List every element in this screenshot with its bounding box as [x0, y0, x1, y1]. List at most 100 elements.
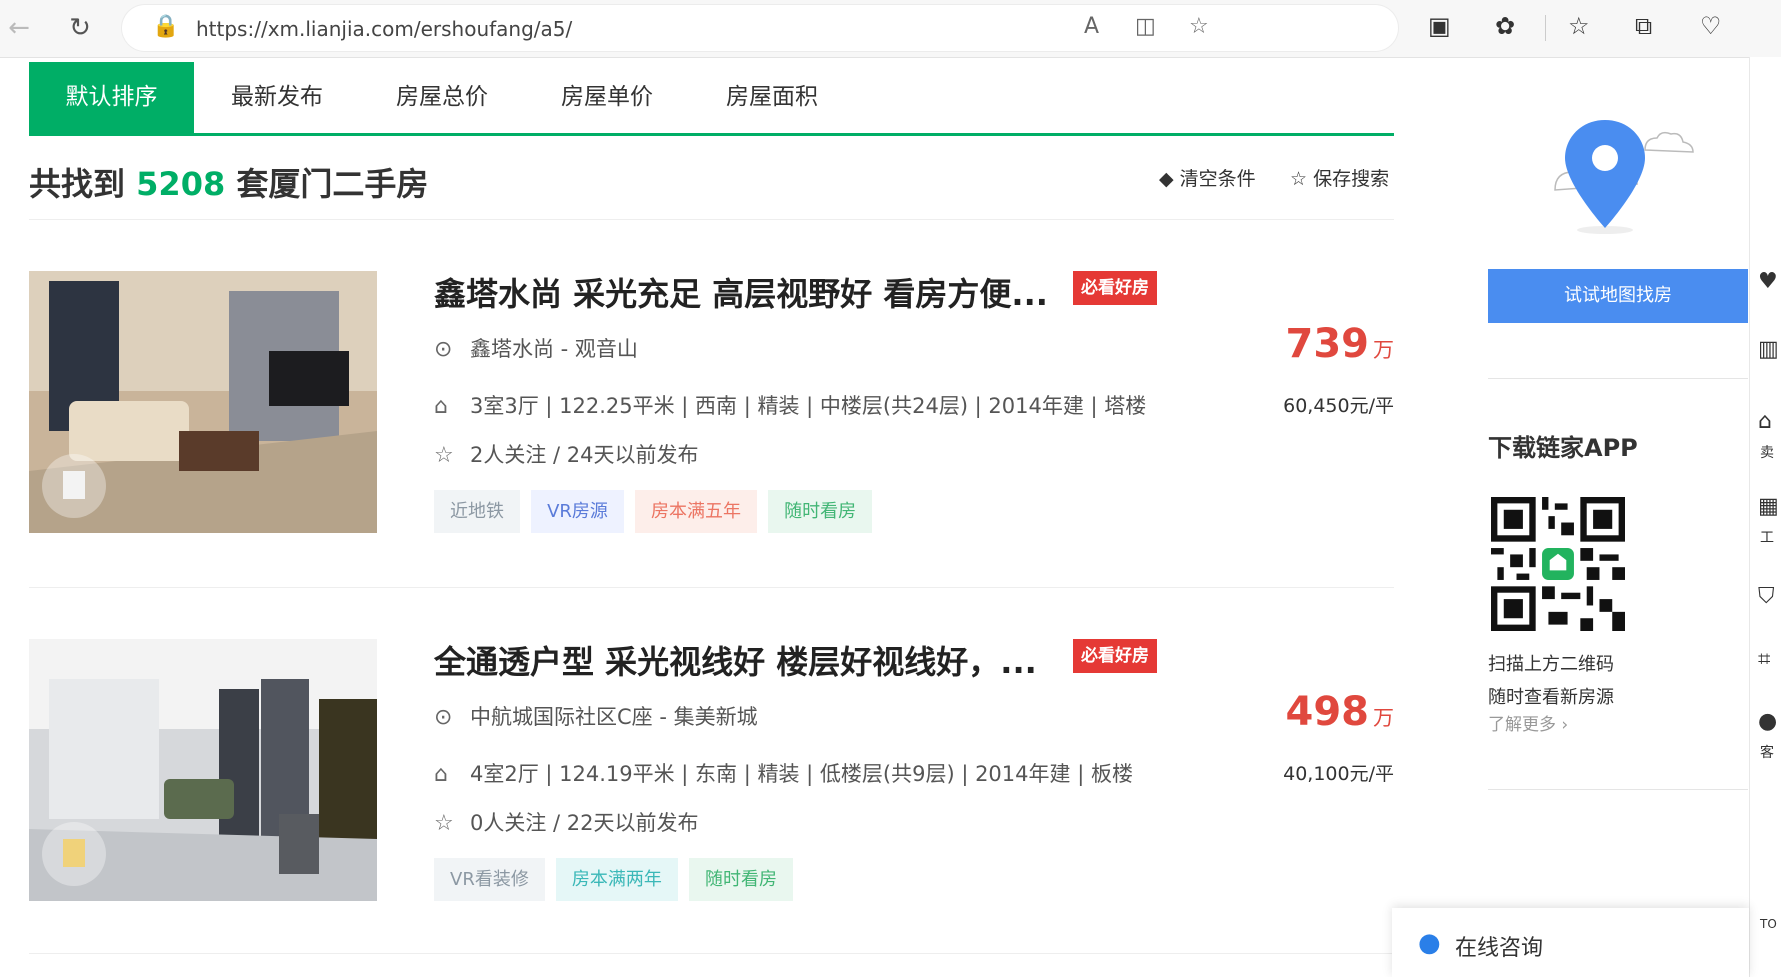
listing-photo[interactable]: [29, 639, 377, 901]
listing-photo[interactable]: [29, 271, 377, 533]
save-search-label: 保存搜索: [1313, 168, 1390, 190]
listing-title[interactable]: 鑫塔水尚 采光充足 高层视野好 看房方便...: [434, 269, 1048, 315]
divider: [29, 219, 1394, 220]
address-bar[interactable]: 🔒 https://xm.lianjia.com/ershoufang/a5/ …: [122, 5, 1398, 51]
tab-latest[interactable]: 最新发布: [231, 62, 323, 133]
tag-anytime-viewing: 随时看房: [689, 858, 794, 901]
clear-conditions-label: 清空条件: [1179, 168, 1256, 190]
extensions-icon[interactable]: ✿: [1495, 12, 1515, 40]
location-text[interactable]: 中航城国际社区C座 - 集美新城: [470, 705, 758, 729]
right-toolbar: ♥ ▥ ⌂ 卖 ▦ 工 ⛉ ⌗ ● 客 TO: [1749, 57, 1781, 977]
sell-icon[interactable]: ⌂: [1758, 409, 1772, 434]
chat-bubble-icon: ●: [1418, 928, 1441, 958]
tag-near-subway: 近地铁: [434, 490, 520, 533]
listing-location[interactable]: ⊙ 中航城国际社区C座 - 集美新城: [434, 701, 758, 731]
save-search-button[interactable]: ☆ 保存搜索: [1290, 164, 1389, 191]
listing-info: ⌂ 4室2厅 | 124.19平米 | 东南 | 精装 | 低楼层(共9层) | …: [434, 758, 1133, 788]
tag-five-years: 房本满五年: [635, 490, 758, 533]
sell-label[interactable]: 卖: [1760, 442, 1774, 462]
split-screen-icon[interactable]: ◫: [1135, 14, 1156, 39]
online-consult-label: 在线咨询: [1455, 936, 1544, 961]
tools-icon[interactable]: ▦: [1758, 494, 1779, 519]
tools-label[interactable]: 工: [1760, 527, 1774, 547]
building-icon[interactable]: ▥: [1758, 337, 1779, 362]
scan-icon[interactable]: ⌗: [1758, 647, 1770, 672]
price-unit: 万: [1373, 706, 1394, 730]
map-illustration-icon: [1554, 120, 1694, 234]
tag-anytime-viewing: 随时看房: [768, 490, 873, 533]
star-icon: ☆: [1290, 168, 1308, 190]
location-text[interactable]: 鑫塔水尚 - 观音山: [470, 337, 638, 361]
tab-total-price[interactable]: 房屋总价: [396, 62, 488, 133]
result-prefix: 共找到: [29, 165, 126, 203]
tag-two-years: 房本满两年: [555, 858, 678, 901]
info-text: 3室3厅 | 122.25平米 | 西南 | 精装 | 中楼层(共24层) | …: [470, 394, 1147, 418]
read-aloud-icon[interactable]: A: [1084, 14, 1099, 39]
chat-icon[interactable]: ●: [1758, 709, 1777, 734]
divider: [1488, 789, 1748, 790]
clear-conditions-button[interactable]: ◆ 清空条件: [1159, 164, 1256, 191]
url-text[interactable]: https://xm.lianjia.com/ershoufang/a5/: [196, 17, 572, 41]
sort-tabs: 默认排序 最新发布 房屋总价 房屋单价 房屋面积: [29, 62, 1394, 136]
favorite-star-icon[interactable]: ☆: [1189, 14, 1209, 39]
scan-hint: 扫描上方二维码: [1488, 654, 1614, 675]
collections-icon[interactable]: ⧉: [1635, 12, 1652, 40]
tag-list: 近地铁 VR房源 房本满五年 随时看房: [434, 490, 878, 533]
follow-text: 0人关注 / 22天以前发布: [470, 811, 699, 835]
browser-toolbar: ← ↻ 🔒 https://xm.lianjia.com/ershoufang/…: [0, 0, 1781, 58]
tag-list: VR看装修 房本满两年 随时看房: [434, 858, 799, 901]
price-value: 498: [1285, 689, 1370, 735]
star-icon: ☆: [434, 811, 454, 836]
listing-location[interactable]: ⊙ 鑫塔水尚 - 观音山: [434, 333, 638, 363]
tab-unit-price[interactable]: 房屋单价: [561, 62, 653, 133]
listing-info: ⌂ 3室3厅 | 122.25平米 | 西南 | 精装 | 中楼层(共24层) |…: [434, 390, 1146, 420]
unit-price: 60,450元/平: [1283, 395, 1394, 417]
follow-text: 2人关注 / 24天以前发布: [470, 443, 699, 467]
back-icon[interactable]: ←: [0, 9, 38, 47]
refresh-icon[interactable]: ↻: [61, 9, 99, 47]
heart-icon[interactable]: ♥: [1758, 269, 1778, 294]
online-consult-button[interactable]: ● 在线咨询: [1392, 908, 1749, 977]
divider: [29, 953, 1394, 954]
top-label[interactable]: TO: [1760, 917, 1777, 931]
house-icon: ⌂: [434, 762, 448, 787]
shield-icon[interactable]: ⛉: [1758, 584, 1775, 609]
scan-hint-2: 随时查看新房源: [1488, 687, 1614, 708]
result-count: 共找到 5208 套厦门二手房: [29, 159, 428, 205]
unit-price: 40,100元/平: [1283, 763, 1394, 785]
total-price: 739 万: [1286, 321, 1395, 367]
service-label[interactable]: 客: [1760, 742, 1774, 762]
must-see-badge: 必看好房: [1073, 271, 1157, 305]
divider: [1488, 378, 1748, 379]
listing-title[interactable]: 全通透户型 采光视线好 楼层好视线好，...: [434, 637, 1037, 683]
favorites-icon[interactable]: ☆: [1568, 12, 1590, 40]
info-text: 4室2厅 | 124.19平米 | 东南 | 精装 | 低楼层(共9层) | 2…: [470, 762, 1133, 786]
total-price: 498 万: [1286, 689, 1395, 735]
must-see-badge: 必看好房: [1073, 639, 1157, 673]
listing-follow: ☆ 2人关注 / 24天以前发布: [434, 439, 699, 469]
divider: [29, 587, 1394, 588]
location-pin-icon: ⊙: [434, 705, 453, 730]
toolbar-separator: [1545, 15, 1546, 41]
qr-code-icon: [1491, 497, 1625, 631]
map-search-button[interactable]: 试试地图找房: [1488, 269, 1748, 323]
result-number: 5208: [136, 165, 226, 203]
tag-vr: VR房源: [531, 490, 624, 533]
listing-item[interactable]: 全通透户型 采光视线好 楼层好视线好，... 必看好房 ⊙ 中航城国际社区C座 -…: [29, 639, 1394, 901]
listing-follow: ☆ 0人关注 / 22天以前发布: [434, 807, 699, 837]
tab-default-sort[interactable]: 默认排序: [29, 62, 194, 133]
price-value: 739: [1285, 321, 1370, 367]
learn-more-link[interactable]: 了解更多 ›: [1488, 710, 1568, 735]
lock-icon[interactable]: 🔒: [152, 14, 179, 39]
listing-item[interactable]: 鑫塔水尚 采光充足 高层视野好 看房方便... 必看好房 ⊙ 鑫塔水尚 - 观音山…: [29, 271, 1394, 533]
house-icon: ⌂: [434, 394, 448, 419]
tab-icon[interactable]: ▣: [1428, 12, 1451, 40]
eraser-icon: ◆: [1159, 168, 1174, 190]
result-suffix: 套厦门二手房: [236, 165, 429, 203]
app-download-title: 下载链家APP: [1488, 434, 1638, 462]
price-unit: 万: [1373, 338, 1394, 362]
tag-vr-decoration: VR看装修: [434, 858, 545, 901]
performance-icon[interactable]: ♡: [1700, 12, 1722, 40]
tab-area[interactable]: 房屋面积: [726, 62, 818, 133]
location-pin-icon: ⊙: [434, 337, 453, 362]
